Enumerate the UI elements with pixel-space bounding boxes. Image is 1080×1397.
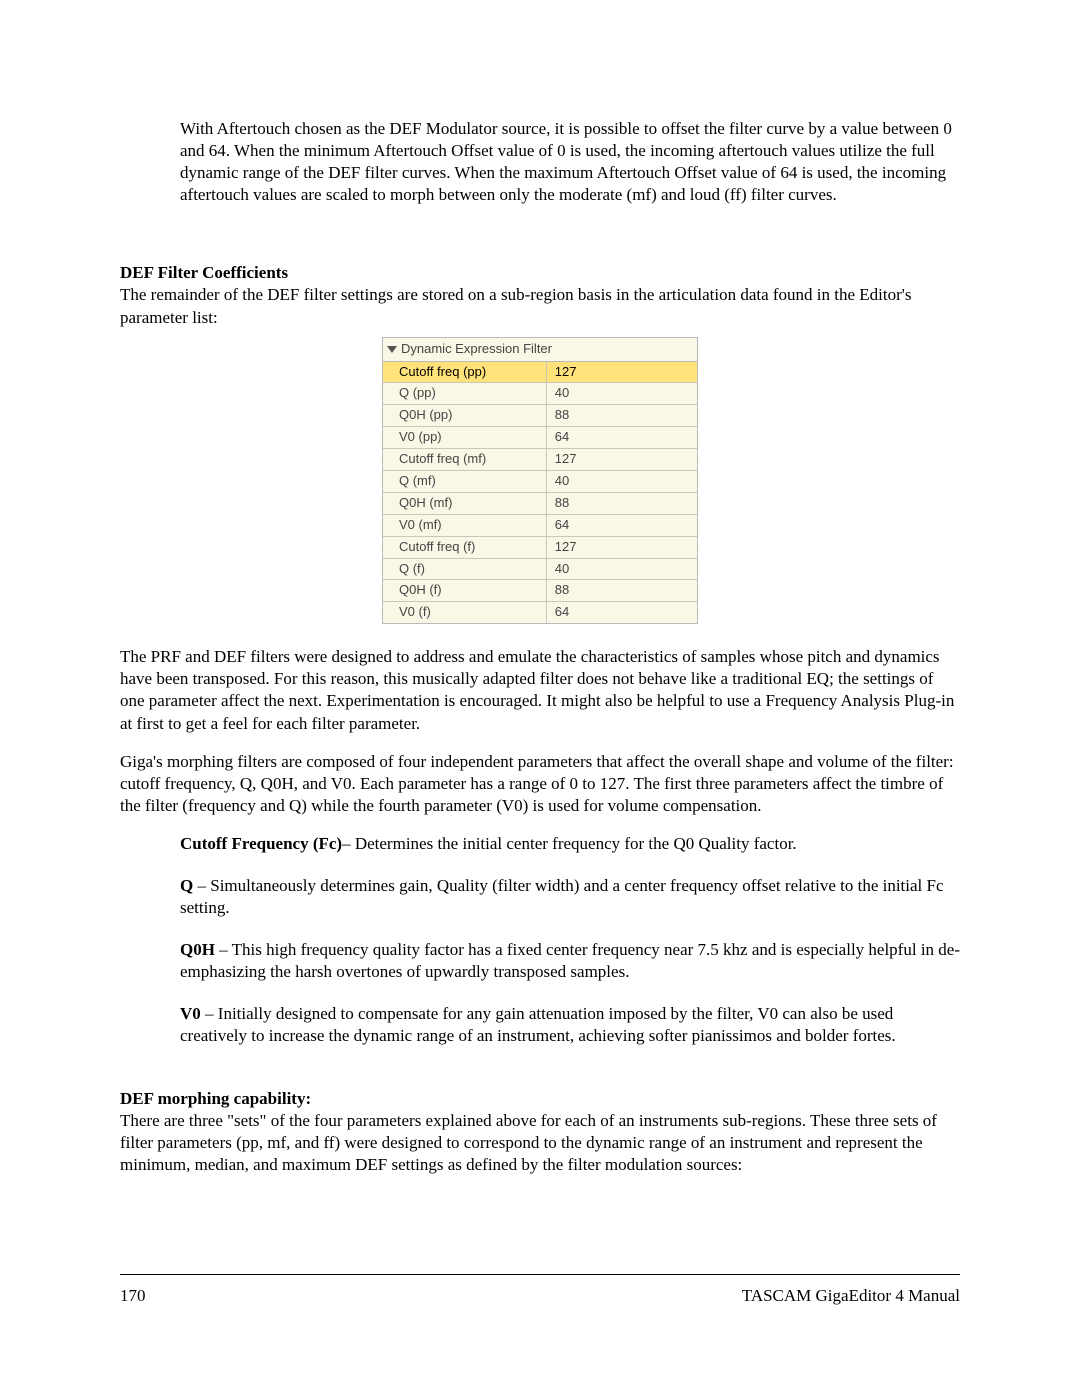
parameter-table: Cutoff freq (pp)127Q (pp)40Q0H (pp)88V0 … (383, 362, 697, 624)
table-row[interactable]: Cutoff freq (mf)127 (383, 449, 697, 471)
definition-term: Q0H (180, 940, 215, 959)
table-row[interactable]: Q (pp)40 (383, 383, 697, 405)
table-row[interactable]: Q (mf)40 (383, 471, 697, 493)
param-value: 127 (546, 536, 697, 558)
table-row[interactable]: Cutoff freq (pp)127 (383, 362, 697, 383)
param-value: 64 (546, 514, 697, 536)
param-value: 64 (546, 427, 697, 449)
definition-term: V0 (180, 1004, 201, 1023)
definition-term: Q (180, 876, 193, 895)
table-row[interactable]: V0 (mf)64 (383, 514, 697, 536)
definition-term: Cutoff Frequency (Fc) (180, 834, 342, 853)
heading-def-morphing: DEF morphing capability: (120, 1088, 960, 1110)
definition-body: – This high frequency quality factor has… (180, 940, 960, 981)
definition-item: V0 – Initially designed to compensate fo… (180, 1003, 960, 1047)
parameter-panel-header[interactable]: Dynamic Expression Filter (383, 338, 697, 362)
param-value: 88 (546, 405, 697, 427)
table-row[interactable]: Cutoff freq (f)127 (383, 536, 697, 558)
page-footer: 170 TASCAM GigaEditor 4 Manual (120, 1274, 960, 1307)
param-value: 88 (546, 492, 697, 514)
definition-item: Cutoff Frequency (Fc)– Determines the in… (180, 833, 960, 855)
table-row[interactable]: Q0H (mf)88 (383, 492, 697, 514)
param-value: 40 (546, 558, 697, 580)
paragraph-coeff-intro: The remainder of the DEF filter settings… (120, 284, 960, 328)
section-def-morphing: DEF morphing capability: There are three… (120, 1088, 960, 1176)
param-value: 64 (546, 602, 697, 623)
param-name: Q0H (pp) (383, 405, 546, 427)
param-name: Q (f) (383, 558, 546, 580)
param-name: V0 (f) (383, 602, 546, 623)
section-def-coefficients: DEF Filter Coefficients The remainder of… (120, 262, 960, 1047)
param-name: Q (mf) (383, 471, 546, 493)
parameter-panel-title: Dynamic Expression Filter (401, 341, 552, 358)
param-name: Cutoff freq (pp) (383, 362, 546, 383)
definition-body: – Simultaneously determines gain, Qualit… (180, 876, 944, 917)
paragraph-morphing: Giga's morphing filters are composed of … (120, 751, 960, 817)
param-value: 88 (546, 580, 697, 602)
table-row[interactable]: V0 (pp)64 (383, 427, 697, 449)
paragraph-aftertouch: With Aftertouch chosen as the DEF Modula… (180, 118, 960, 206)
table-row[interactable]: Q0H (f)88 (383, 580, 697, 602)
param-value: 127 (546, 362, 697, 383)
param-name: Cutoff freq (mf) (383, 449, 546, 471)
param-name: Q0H (mf) (383, 492, 546, 514)
heading-def-filter-coefficients: DEF Filter Coefficients (120, 262, 960, 284)
param-value: 40 (546, 383, 697, 405)
param-name: Cutoff freq (f) (383, 536, 546, 558)
param-name: V0 (pp) (383, 427, 546, 449)
definition-list: Cutoff Frequency (Fc)– Determines the in… (180, 833, 960, 1048)
table-row[interactable]: Q (f)40 (383, 558, 697, 580)
manual-title: TASCAM GigaEditor 4 Manual (742, 1285, 960, 1307)
page-number: 170 (120, 1285, 146, 1307)
param-name: Q (pp) (383, 383, 546, 405)
table-row[interactable]: V0 (f)64 (383, 602, 697, 623)
definition-body: – Determines the initial center frequenc… (342, 834, 797, 853)
definition-body: – Initially designed to compensate for a… (180, 1004, 896, 1045)
param-value: 127 (546, 449, 697, 471)
definition-item: Q0H – This high frequency quality factor… (180, 939, 960, 983)
definition-item: Q – Simultaneously determines gain, Qual… (180, 875, 960, 919)
param-value: 40 (546, 471, 697, 493)
parameter-panel: Dynamic Expression Filter Cutoff freq (p… (382, 337, 698, 625)
param-name: Q0H (f) (383, 580, 546, 602)
paragraph-morphing-sets: There are three "sets" of the four param… (120, 1110, 960, 1176)
triangle-down-icon (387, 346, 397, 353)
table-row[interactable]: Q0H (pp)88 (383, 405, 697, 427)
page: With Aftertouch chosen as the DEF Modula… (0, 0, 1080, 1397)
paragraph-prf-def: The PRF and DEF filters were designed to… (120, 646, 960, 734)
param-name: V0 (mf) (383, 514, 546, 536)
